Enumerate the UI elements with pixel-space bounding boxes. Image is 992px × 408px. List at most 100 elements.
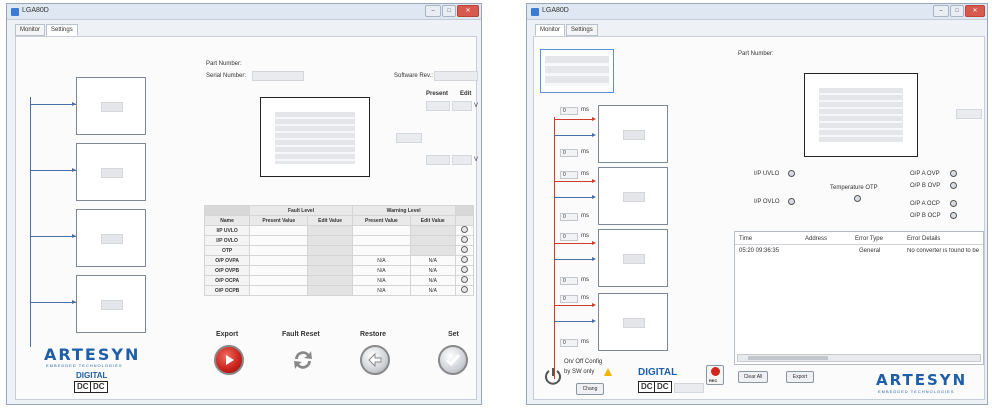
dc-logo-1: DC <box>74 381 92 393</box>
warn-present: N/A <box>351 275 412 286</box>
product-image-box <box>260 97 370 177</box>
select-radio[interactable] <box>460 286 468 293</box>
edit-voltage-b[interactable] <box>452 155 472 165</box>
log-export-button[interactable]: Export <box>786 371 814 383</box>
warn-edit: N/A <box>410 265 456 276</box>
delay-spinner-8[interactable]: 0 <box>560 339 578 347</box>
bus-line <box>30 97 31 347</box>
power-icon <box>545 368 561 385</box>
window-title: LGA80D <box>22 7 49 14</box>
fault-level-header: Fault Level <box>249 205 353 216</box>
select-radio[interactable] <box>460 256 468 263</box>
edit-voltage-a[interactable] <box>452 101 472 111</box>
minimize-button[interactable]: – <box>933 5 949 17</box>
tab-settings[interactable]: Settings <box>46 24 78 36</box>
fault-reset-button[interactable] <box>288 345 318 375</box>
left-tabs: Monitor Settings <box>15 24 79 36</box>
delay-spinner-4[interactable]: 0 <box>560 213 578 221</box>
rec-label: REC <box>709 378 718 383</box>
tab-monitor[interactable]: Monitor <box>15 24 46 36</box>
software-rev-label: Software Rev.: <box>394 73 433 79</box>
module-box-1 <box>76 77 146 135</box>
row-name: I/P OVLO <box>203 235 251 246</box>
arrow-icon <box>592 319 596 323</box>
by-sw-only-dropdown[interactable]: by SW only <box>564 369 594 375</box>
table-row: I/P OVLO <box>203 235 474 246</box>
set-button[interactable] <box>438 345 468 375</box>
delay-spinner-3[interactable]: 0 <box>560 171 578 179</box>
play-icon <box>226 355 234 365</box>
software-rev-field[interactable] <box>434 71 478 81</box>
col-warn-edit: Edit Value <box>410 215 456 226</box>
row-name: I/P UVLO <box>203 225 251 236</box>
table-row: O/P OCPA N/A N/A <box>203 275 474 286</box>
monitor-panel: 0 ms 0 ms 0 ms 0 ms 0 ms 0 ms 0 ms 0 ms … <box>533 36 985 400</box>
part-number-label: Part Number: <box>206 61 242 67</box>
restore-button[interactable] <box>360 345 390 375</box>
minimize-button[interactable]: – <box>425 5 441 17</box>
unit-ms: ms <box>581 107 589 113</box>
check-icon <box>445 354 461 367</box>
delay-spinner-7[interactable]: 0 <box>560 295 578 303</box>
app-icon <box>11 8 19 16</box>
close-button[interactable]: ✕ <box>965 5 985 17</box>
red-branch <box>554 305 594 306</box>
delay-spinner-6[interactable]: 0 <box>560 277 578 285</box>
blue-branch <box>554 321 594 322</box>
log-type: General <box>859 248 881 254</box>
op-b-ovp-label: O/P B OVP <box>910 183 941 189</box>
select-radio[interactable] <box>460 276 468 283</box>
row-name: O/P OVPA <box>203 255 251 266</box>
log-details: No converter is found to be <box>907 248 980 254</box>
warn-edit: N/A <box>410 285 456 296</box>
table-row: O/P OVPB N/A N/A <box>203 265 474 276</box>
delay-spinner-1[interactable]: 0 <box>560 107 578 115</box>
red-branch <box>554 243 594 244</box>
table-row: O/P OVPA N/A N/A <box>203 255 474 266</box>
maximize-button[interactable]: □ <box>950 5 964 17</box>
set-label: Set <box>448 331 459 338</box>
serial-number-field[interactable] <box>252 71 304 81</box>
right-window: LGA80D – □ ✕ Monitor Settings 0 ms 0 ms … <box>526 3 988 405</box>
red-branch <box>554 119 594 120</box>
record-icon <box>711 367 720 376</box>
select-radio[interactable] <box>460 236 468 243</box>
edit-label: Edit <box>460 91 472 97</box>
arrow-left-icon <box>368 352 382 368</box>
fault-warning-table: Fault Level Warning Level Name Present V… <box>203 205 474 296</box>
device-select-box[interactable] <box>540 49 614 93</box>
dc-logo-2: DC <box>90 381 108 393</box>
status-field <box>674 383 704 393</box>
export-button[interactable] <box>214 345 244 375</box>
col-fault-edit: Edit Value <box>307 215 353 226</box>
close-button[interactable]: ✕ <box>457 5 479 17</box>
unit-v-a: V <box>474 103 479 109</box>
arrow-icon <box>592 179 596 183</box>
unit-ms: ms <box>581 213 589 219</box>
tab-monitor[interactable]: Monitor <box>535 24 566 36</box>
clear-all-button[interactable]: Clear All <box>738 371 768 383</box>
warning-icon <box>604 368 612 376</box>
mid-field <box>396 133 422 143</box>
unit-ms: ms <box>581 233 589 239</box>
maximize-button[interactable]: □ <box>442 5 456 17</box>
tab-settings[interactable]: Settings <box>566 24 598 36</box>
rec-button[interactable]: REC <box>706 365 724 385</box>
row-name: OTP <box>203 245 251 256</box>
arrow-icon <box>592 133 596 137</box>
right-tabs: Monitor Settings <box>535 24 599 36</box>
arrow-icon <box>592 303 596 307</box>
select-radio[interactable] <box>460 266 468 273</box>
delay-spinner-2[interactable]: 0 <box>560 149 578 157</box>
change-button[interactable]: Chang <box>576 383 604 395</box>
delay-spinner-5[interactable]: 0 <box>560 233 578 241</box>
horizontal-scrollbar[interactable] <box>737 354 981 362</box>
branch-line-3 <box>30 236 76 237</box>
module-box-2 <box>598 167 668 225</box>
settings-panel: ARTESYN EMBEDDED TECHNOLOGIES DIGITAL DC… <box>15 36 479 400</box>
part-number-label: Part Number: <box>738 51 774 57</box>
select-radio[interactable] <box>460 246 468 253</box>
select-radio[interactable] <box>460 226 468 233</box>
restore-label: Restore <box>360 331 387 338</box>
ip-uvlo-led <box>788 170 795 177</box>
